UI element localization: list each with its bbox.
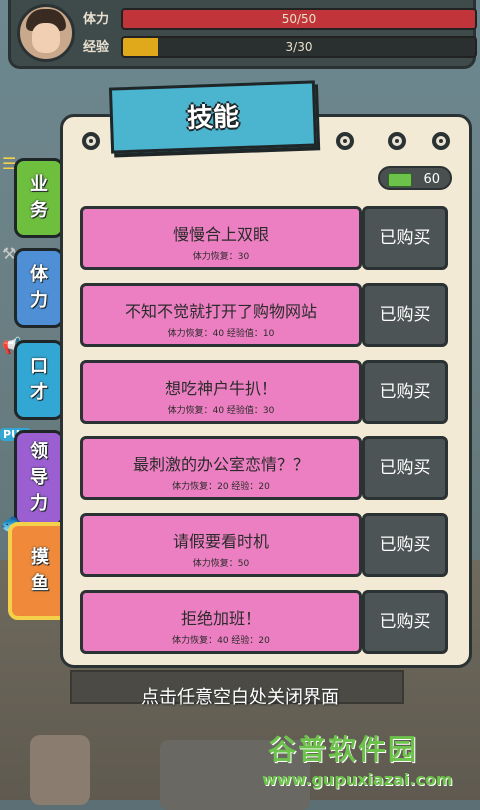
- stamina-bar: 50/50: [121, 8, 477, 30]
- skill-card[interactable]: 请假要看时机 体力恢复：50: [80, 513, 362, 577]
- tab-eloquence-char: 口: [30, 356, 48, 377]
- tab-slacking-char: 鱼: [31, 573, 49, 594]
- bought-button[interactable]: 已购买: [362, 436, 448, 500]
- tab-slacking-char: 摸: [31, 547, 49, 568]
- cash-icon: [388, 173, 412, 187]
- skill-row: 请假要看时机 体力恢复：50 已购买: [80, 513, 448, 577]
- tab-stamina-char: 力: [30, 290, 48, 311]
- skill-name: 不知不觉就打开了购物网站: [124, 302, 317, 321]
- avatar-face: [32, 23, 60, 53]
- skill-name: 请假要看时机: [172, 532, 269, 551]
- bought-button[interactable]: 已购买: [362, 590, 448, 654]
- money-value: 60: [423, 172, 440, 187]
- binder-ring: [432, 132, 450, 150]
- skill-effect: 体力恢复：50: [192, 559, 250, 569]
- tab-eloquence[interactable]: 口 才: [14, 340, 64, 420]
- tab-sales[interactable]: 业 务: [14, 158, 64, 238]
- skill-row: 拒绝加班！ 体力恢复：40 经验：20 已购买: [80, 590, 448, 654]
- skill-card[interactable]: 想吃神户牛扒！ 体力恢复：40 经验值：30: [80, 360, 362, 424]
- tab-leadership-char: 力: [30, 493, 48, 514]
- skill-effect: 体力恢复：40 经验值：10: [167, 329, 275, 339]
- exp-label: 经验: [83, 40, 110, 55]
- money-counter: 60: [378, 166, 452, 190]
- skill-name: 想吃神户牛扒！: [164, 379, 277, 398]
- tab-leadership-char: 领: [30, 441, 48, 462]
- tab-leadership-char: 导: [30, 467, 48, 488]
- skill-card[interactable]: 最刺激的办公室恋情？？ 体力恢复：20 经验：20: [80, 436, 362, 500]
- skill-card[interactable]: 不知不觉就打开了购物网站 体力恢复：40 经验值：10: [80, 283, 362, 347]
- binder-ring: [336, 132, 354, 150]
- exp-bar: 3/30: [121, 36, 477, 58]
- skill-name: 拒绝加班！: [180, 609, 261, 628]
- tab-stamina-char: 体: [30, 264, 48, 285]
- watermark-title: 谷普软件园: [268, 733, 419, 766]
- bought-button[interactable]: 已购买: [362, 283, 448, 347]
- panel-title: 技能: [186, 102, 240, 134]
- skill-effect: 体力恢复：20 经验：20: [172, 482, 270, 492]
- exp-value: 3/30: [285, 40, 313, 54]
- bought-button[interactable]: 已购买: [362, 360, 448, 424]
- title-banner: 技能: [108, 80, 318, 154]
- skill-row: 不知不觉就打开了购物网站 体力恢复：40 经验值：10 已购买: [80, 283, 448, 347]
- tab-eloquence-char: 才: [30, 382, 48, 403]
- skill-row: 想吃神户牛扒！ 体力恢复：40 经验值：30 已购买: [80, 360, 448, 424]
- skill-row: 慢慢合上双眼 体力恢复：30 已购买: [80, 206, 448, 270]
- binder-ring: [82, 132, 100, 150]
- office-chair: [30, 735, 90, 805]
- tab-stamina[interactable]: 体 力: [14, 248, 64, 328]
- stamina-label: 体力: [83, 12, 110, 27]
- skill-name: 最刺激的办公室恋情？？: [132, 455, 309, 474]
- skill-effect: 体力恢复：40 经验：20: [172, 636, 270, 646]
- skill-effect: 体力恢复：40 经验值：30: [167, 406, 275, 416]
- bought-button[interactable]: 已购买: [362, 206, 448, 270]
- close-hint: 点击任意空白处关闭界面: [141, 687, 339, 708]
- skill-card[interactable]: 慢慢合上双眼 体力恢复：30: [80, 206, 362, 270]
- watermark: 谷普软件园 www.gupuxiazai.com: [258, 728, 478, 796]
- player-avatar[interactable]: [17, 4, 75, 62]
- tab-sales-char: 业: [30, 174, 48, 195]
- skill-row: 最刺激的办公室恋情？？ 体力恢复：20 经验：20 已购买: [80, 436, 448, 500]
- skill-name: 慢慢合上双眼: [172, 225, 269, 244]
- status-bar: 体力 50/50 经验 3/30: [8, 0, 477, 69]
- watermark-url: www.gupuxiazai.com: [262, 770, 453, 789]
- stamina-value: 50/50: [281, 12, 317, 26]
- binder-ring: [388, 132, 406, 150]
- tab-sales-char: 务: [30, 200, 48, 221]
- skill-effect: 体力恢复：30: [192, 252, 250, 262]
- skill-card[interactable]: 拒绝加班！ 体力恢复：40 经验：20: [80, 590, 362, 654]
- bought-button[interactable]: 已购买: [362, 513, 448, 577]
